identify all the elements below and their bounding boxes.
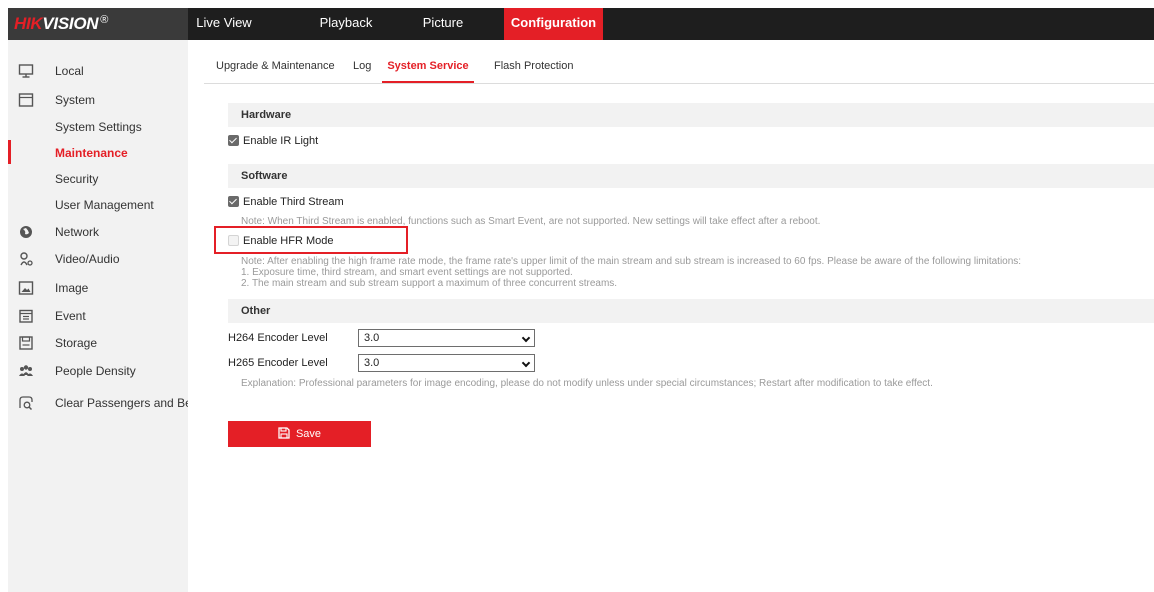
- image-icon: [18, 281, 34, 295]
- enable-third-stream-checkbox[interactable]: [228, 196, 239, 207]
- sidebar-item-video-audio[interactable]: Video/Audio: [8, 246, 188, 272]
- h264-encoder-level-value: 3.0: [364, 332, 380, 344]
- software-section-title: Software: [228, 164, 1154, 188]
- sidebar-item-label: System: [55, 93, 96, 107]
- nav-playback[interactable]: Playback: [314, 8, 378, 40]
- sidebar-item-label: Security: [55, 172, 99, 186]
- sidebar-item-security[interactable]: Security: [8, 166, 188, 192]
- sidebar-item-label: Clear Passengers and Bel...: [55, 396, 188, 410]
- enable-hfr-mode-label: Enable HFR Mode: [243, 235, 334, 247]
- calendar-icon: [19, 309, 33, 323]
- sidebar-item-maintenance[interactable]: Maintenance: [8, 140, 188, 166]
- hardware-section-title: Hardware: [228, 103, 1154, 127]
- sidebar-item-event[interactable]: Event: [8, 303, 188, 329]
- system-icon: [18, 93, 34, 107]
- logo-reg-mark: ®: [100, 14, 109, 26]
- sub-tabs: Upgrade & Maintenance Log System Service…: [204, 52, 1154, 84]
- video-audio-icon: [20, 252, 33, 266]
- floppy-disk-icon: [278, 427, 290, 439]
- storage-icon: [19, 336, 33, 350]
- sidebar-item-user-management[interactable]: User Management: [8, 192, 188, 218]
- sidebar-item-label: Local: [55, 64, 84, 78]
- save-button-label: Save: [295, 428, 322, 440]
- logo-white-text: VISION: [42, 14, 99, 33]
- sidebar-item-system-settings[interactable]: System Settings: [8, 114, 188, 140]
- tab-flash-protection[interactable]: Flash Protection: [494, 52, 573, 83]
- chevron-down-icon: [521, 333, 531, 343]
- monitor-icon: [18, 64, 34, 78]
- passenger-search-icon: [19, 396, 33, 410]
- sidebar-item-label: Video/Audio: [55, 252, 120, 266]
- sidebar-item-label: Image: [55, 281, 89, 295]
- tab-system-service[interactable]: System Service: [382, 52, 474, 83]
- sidebar-item-storage[interactable]: Storage: [8, 330, 188, 356]
- enable-hfr-mode-checkbox[interactable]: [228, 235, 239, 246]
- h265-encoder-level-value: 3.0: [364, 357, 380, 369]
- sidebar-item-label: Maintenance: [55, 146, 128, 160]
- nav-live-view[interactable]: Live View: [196, 8, 252, 40]
- tab-log[interactable]: Log: [353, 52, 371, 83]
- sidebar-item-network[interactable]: Network: [8, 219, 188, 245]
- sidebar: Local System System Settings Maintenance…: [8, 40, 188, 592]
- h265-encoder-level-select[interactable]: 3.0: [358, 354, 535, 372]
- enable-ir-light-checkbox[interactable]: [228, 135, 239, 146]
- people-icon: [19, 365, 33, 376]
- h264-encoder-level-label: H264 Encoder Level: [228, 332, 328, 344]
- h265-encoder-level-label: H265 Encoder Level: [228, 357, 328, 369]
- sidebar-item-label: Network: [55, 225, 100, 239]
- nav-configuration[interactable]: Configuration: [504, 8, 603, 40]
- sidebar-item-local[interactable]: Local: [8, 58, 188, 84]
- hfr-note-line-2: 1. Exposure time, third stream, and smar…: [241, 267, 573, 278]
- enable-ir-light-label: Enable IR Light: [243, 135, 319, 147]
- sidebar-item-people-density[interactable]: People Density: [8, 358, 188, 384]
- sidebar-item-image[interactable]: Image: [8, 275, 188, 301]
- sidebar-item-label: People Density: [55, 364, 136, 378]
- hikvision-logo: HIKVISION ®: [8, 8, 188, 40]
- save-button[interactable]: Save: [228, 421, 371, 447]
- sidebar-item-system[interactable]: System: [8, 87, 188, 113]
- nav-picture[interactable]: Picture: [416, 8, 470, 40]
- tab-upgrade-maintenance[interactable]: Upgrade & Maintenance: [216, 52, 335, 83]
- other-section-title: Other: [228, 299, 1154, 323]
- sidebar-item-label: System Settings: [55, 120, 142, 134]
- hfr-note-line-1: Note: After enabling the high frame rate…: [241, 256, 1022, 267]
- sidebar-item-label: Storage: [55, 336, 98, 350]
- globe-icon: [20, 226, 32, 238]
- top-bar: HIKVISION ® Live View Playback Picture Co…: [8, 8, 1154, 40]
- chevron-down-icon: [521, 358, 531, 368]
- sidebar-item-label: Event: [55, 309, 86, 323]
- sidebar-item-label: User Management: [55, 198, 154, 212]
- logo-red-text: HIK: [14, 14, 43, 33]
- sidebar-item-clear-passengers[interactable]: Clear Passengers and Bel...: [8, 390, 188, 416]
- hfr-note-line-3: 2. The main stream and sub stream suppor…: [241, 278, 618, 289]
- enable-third-stream-label: Enable Third Stream: [243, 196, 344, 208]
- encoder-explanation: Explanation: Professional parameters for…: [241, 378, 933, 389]
- h264-encoder-level-select[interactable]: 3.0: [358, 329, 535, 347]
